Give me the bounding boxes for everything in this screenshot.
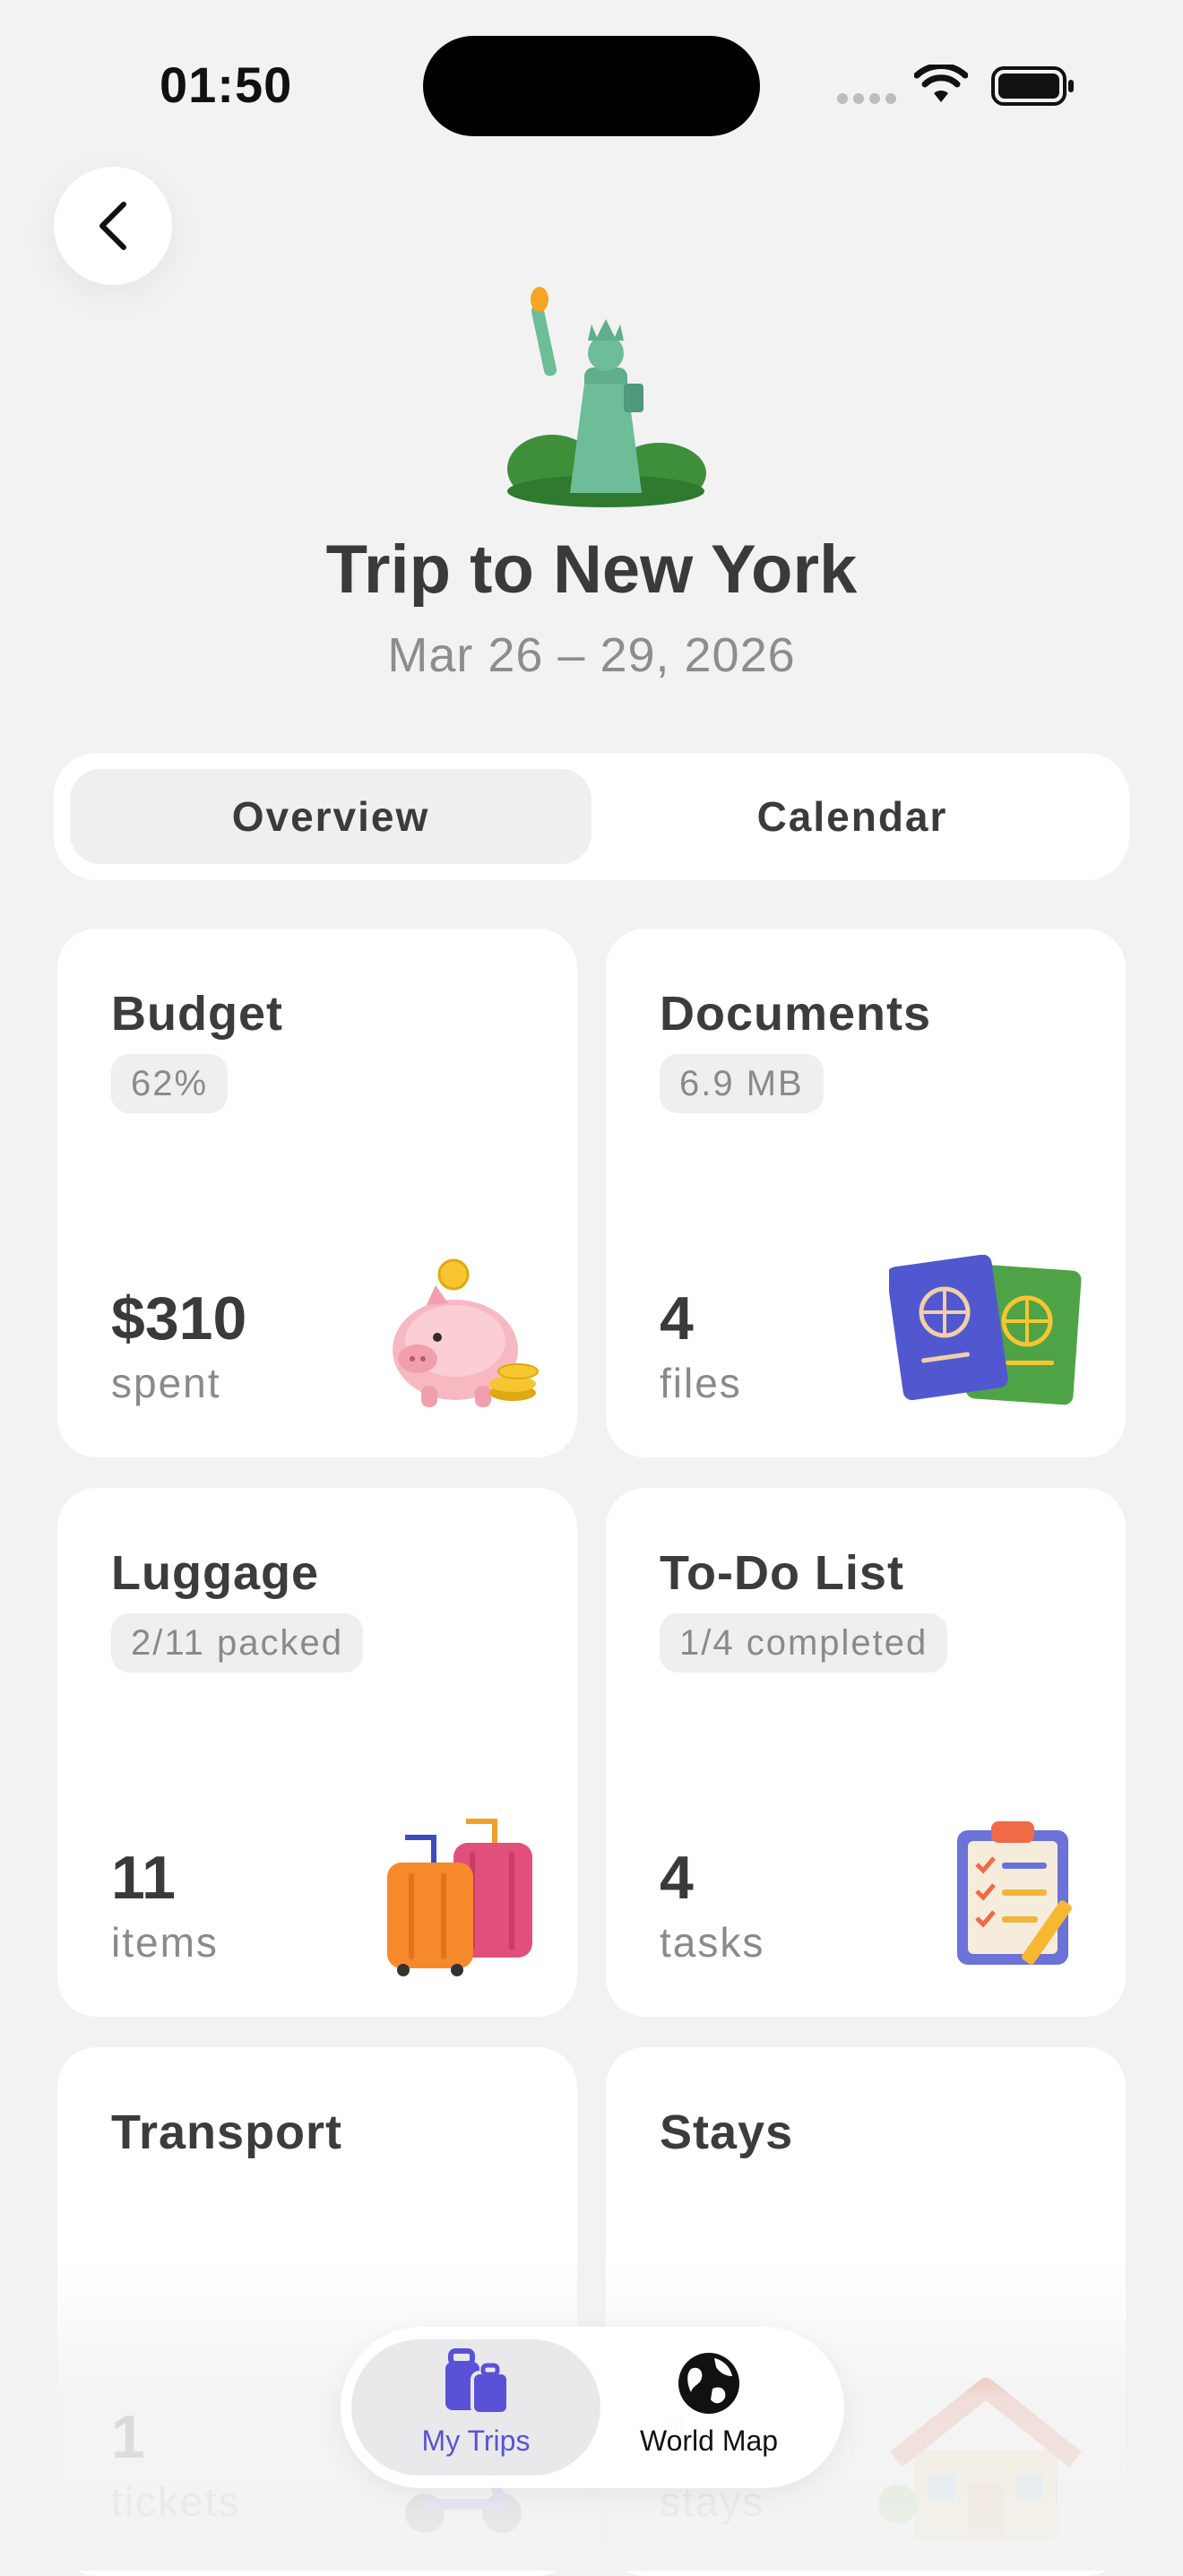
- luggage-card[interactable]: Luggage 2/11 packed 11 items: [57, 1488, 577, 2017]
- statue-of-liberty-icon: [507, 287, 706, 507]
- luggage-icon: [445, 2348, 510, 2416]
- budget-card[interactable]: Budget 62% $310 spent: [57, 929, 577, 1457]
- card-value: $310: [111, 1284, 247, 1353]
- card-unit: tasks: [660, 1919, 765, 1966]
- card-unit: spent: [111, 1360, 221, 1406]
- trip-dates: Mar 26 – 29, 2026: [387, 628, 796, 682]
- battery-icon: [991, 66, 1074, 106]
- dynamic-island: [423, 36, 760, 136]
- documents-card[interactable]: Documents 6.9 MB 4 files: [606, 929, 1126, 1457]
- status-badge: 1/4 completed: [660, 1613, 948, 1673]
- card-unit: files: [660, 1360, 742, 1406]
- tab-overview[interactable]: Overview: [70, 769, 592, 864]
- todo-list-card[interactable]: To-Do List 1/4 completed 4 tasks: [606, 1488, 1126, 2017]
- card-value: 4: [660, 1284, 694, 1353]
- status-badge: 6.9 MB: [660, 1054, 824, 1113]
- cellular-signal-icon: [837, 93, 896, 104]
- tab-calendar[interactable]: Calendar: [592, 769, 1113, 864]
- page-title: Trip to New York: [325, 532, 858, 608]
- card-title: Transport: [111, 2105, 343, 2159]
- view-segmented-control: Overview Calendar: [54, 753, 1129, 880]
- card-title: To-Do List: [660, 1546, 904, 1600]
- card-value: 11: [111, 1844, 176, 1912]
- piggy-bank-icon: [393, 1258, 539, 1407]
- card-title: Documents: [660, 987, 932, 1041]
- card-title: Stays: [660, 2105, 794, 2159]
- clipboard-icon: [957, 1821, 1072, 1965]
- chevron-left-icon: [99, 202, 126, 250]
- tab-world-map[interactable]: World Map: [584, 2339, 833, 2476]
- card-unit: items: [111, 1919, 219, 1966]
- tab-bar: My Trips World Map: [341, 2327, 844, 2488]
- status-badge: 62%: [111, 1054, 229, 1113]
- status-badge: 2/11 packed: [111, 1613, 363, 1673]
- card-title: Budget: [111, 987, 283, 1041]
- card-title: Luggage: [111, 1546, 319, 1600]
- card-value: 4: [660, 1844, 694, 1912]
- status-time: 01:50: [160, 56, 293, 113]
- globe-icon: [678, 2353, 739, 2414]
- tab-my-trips[interactable]: My Trips: [351, 2339, 600, 2476]
- passport-icon: [889, 1255, 1082, 1405]
- suitcase-icon: [387, 1819, 532, 1976]
- tab-label: World Map: [639, 2425, 779, 2457]
- wifi-icon: [914, 65, 968, 102]
- tab-label: My Trips: [421, 2425, 531, 2457]
- back-button[interactable]: [54, 167, 172, 285]
